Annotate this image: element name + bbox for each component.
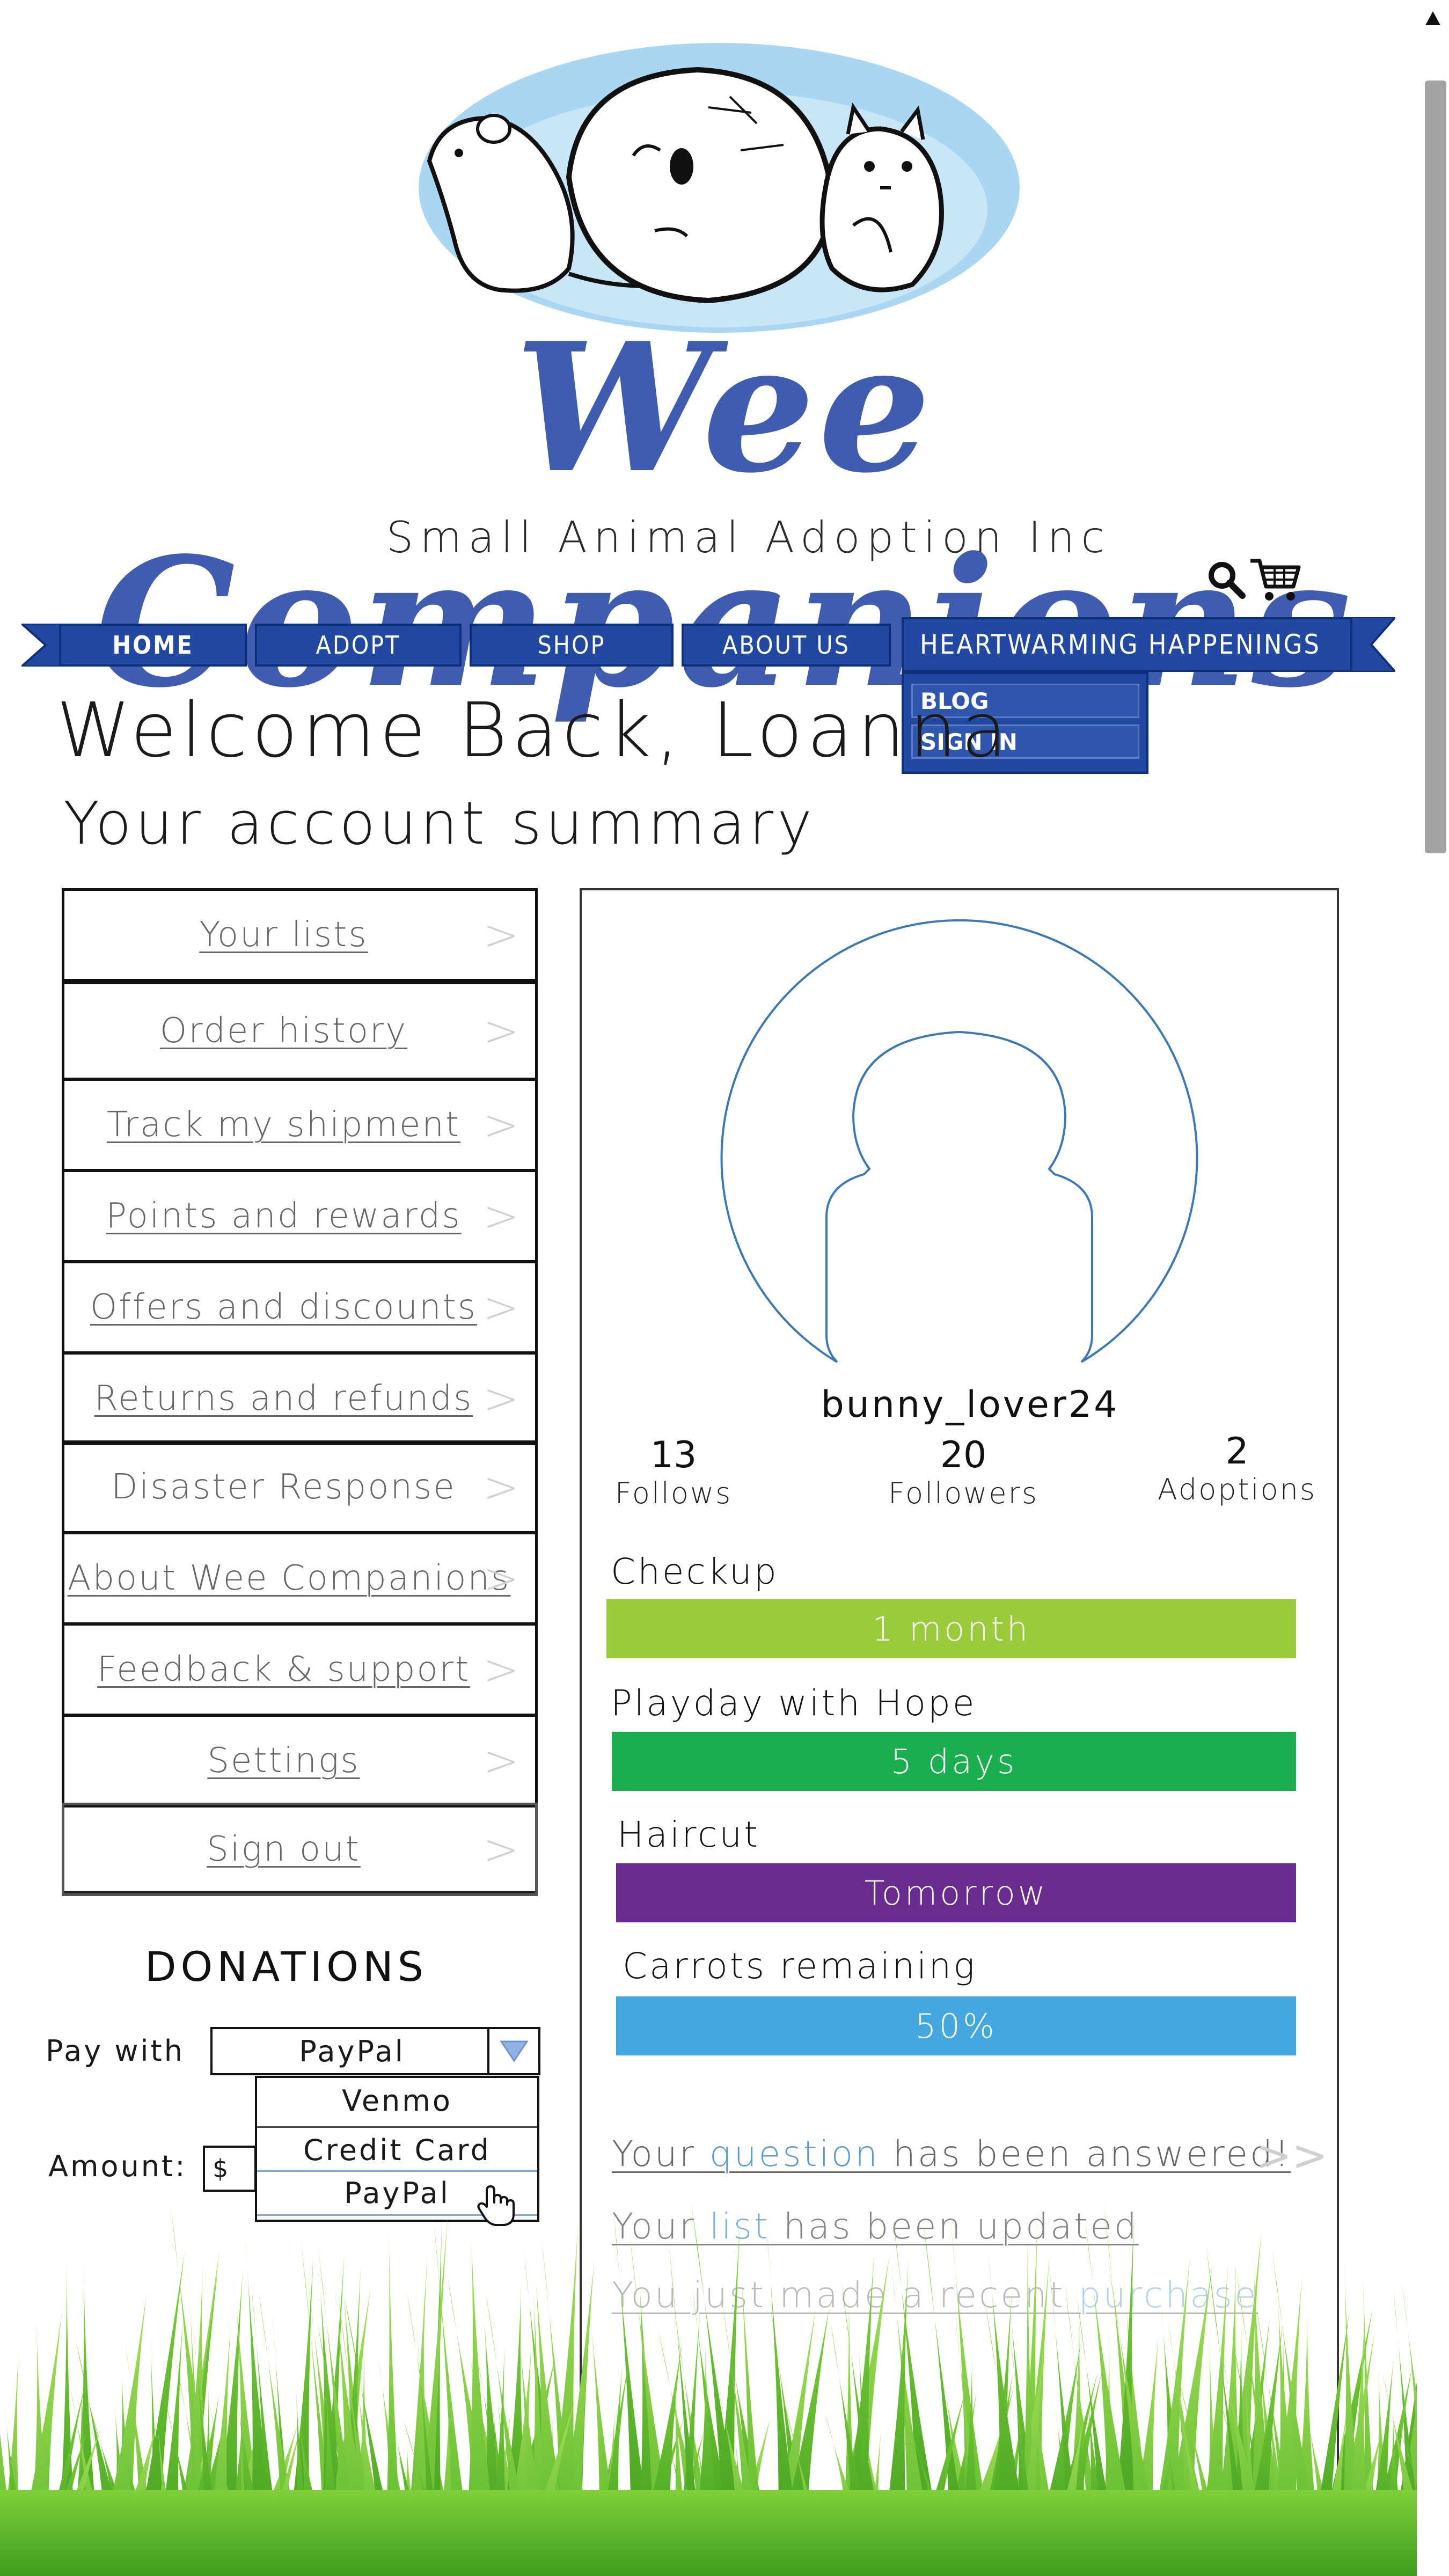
nav-about-us[interactable]: ABOUT US xyxy=(682,624,891,667)
chevron-right-icon: > xyxy=(482,1644,519,1695)
grass-decoration xyxy=(0,2202,1449,2576)
stat-follows-value: 13 xyxy=(650,1434,697,1476)
scroll-up-arrow-icon[interactable] xyxy=(1422,8,1444,30)
amount-input[interactable]: $ xyxy=(203,2146,257,2192)
menu-item-label: Points and rewards xyxy=(106,1196,462,1236)
checkup-bar: 1 month xyxy=(606,1599,1296,1658)
carrots-label: Carrots remaining xyxy=(623,1945,977,1987)
chevron-right-icon: > xyxy=(482,1736,519,1786)
account-summary-title: Your account summary xyxy=(63,789,816,858)
menu-item-disaster-response[interactable]: Disaster Response > xyxy=(62,1440,538,1534)
search-icon[interactable] xyxy=(1205,558,1248,601)
chevron-right-icon: > xyxy=(482,1824,519,1875)
scrollbar-thumb[interactable] xyxy=(1425,80,1446,853)
dropdown-arrow-icon[interactable] xyxy=(487,2029,538,2073)
menu-item-label: Track my shipment xyxy=(106,1105,461,1145)
chevron-right-icon: > xyxy=(482,1006,519,1056)
welcome-title: Welcome Back, Loanna xyxy=(56,687,1012,774)
amount-label: Amount: xyxy=(48,2149,187,2183)
menu-item-label: Disaster Response xyxy=(111,1467,456,1507)
username: bunny_lover24 xyxy=(821,1384,1119,1426)
menu-item-label: About Wee Companions xyxy=(67,1558,511,1598)
playday-bar: 5 days xyxy=(612,1732,1296,1791)
menu-item-feedback-support[interactable]: Feedback & support > xyxy=(62,1623,538,1716)
menu-item-label: Order history xyxy=(159,1011,408,1051)
nav-shop[interactable]: SHOP xyxy=(470,624,674,667)
double-chevron-right-icon[interactable]: >> xyxy=(1256,2131,1328,2180)
haircut-bar: Tomorrow xyxy=(616,1863,1296,1922)
account-menu: Your lists > Order history > Track my sh… xyxy=(62,888,538,1896)
menu-item-about-wee-companions[interactable]: About Wee Companions > xyxy=(62,1532,538,1625)
menu-item-returns-refunds[interactable]: Returns and refunds > xyxy=(62,1352,538,1445)
menu-item-points-rewards[interactable]: Points and rewards > xyxy=(62,1169,538,1263)
cart-icon[interactable] xyxy=(1248,555,1301,604)
payment-option-venmo[interactable]: Venmo xyxy=(257,2078,537,2124)
nav-adopt[interactable]: ADOPT xyxy=(255,624,462,667)
chevron-right-icon: > xyxy=(482,1373,519,1424)
nav-heartwarming-happenings[interactable]: HEARTWARMING HAPPENINGS xyxy=(902,617,1352,672)
stat-adoptions-label: Adoptions xyxy=(1157,1473,1317,1506)
menu-item-label: Your lists xyxy=(199,915,368,955)
menu-item-label: Sign out xyxy=(207,1829,361,1869)
notification-text: has been answered! xyxy=(880,2133,1291,2175)
chevron-right-icon: > xyxy=(482,1462,519,1512)
payment-method-selected: PayPal xyxy=(299,2034,405,2068)
menu-item-your-lists[interactable]: Your lists > xyxy=(62,888,538,982)
avatar-placeholder-icon[interactable] xyxy=(719,917,1199,1373)
menu-item-label: Settings xyxy=(207,1741,360,1781)
playday-label: Playday with Hope xyxy=(611,1682,977,1724)
menu-item-label: Feedback & support xyxy=(97,1650,471,1689)
logo-illustration xyxy=(419,43,1020,333)
stat-adoptions-value: 2 xyxy=(1225,1430,1249,1473)
stat-adoptions[interactable]: 2 Adoptions xyxy=(1148,1430,1326,1506)
stat-follows-label: Follows xyxy=(614,1476,733,1510)
triangle-down-icon xyxy=(499,2040,529,2062)
stat-followers-value: 20 xyxy=(940,1434,987,1476)
pay-with-label: Pay with xyxy=(46,2034,185,2068)
menu-item-label: Returns and refunds xyxy=(94,1379,473,1418)
menu-item-order-history[interactable]: Order history > xyxy=(62,982,538,1080)
payment-option-credit-card[interactable]: Credit Card xyxy=(257,2126,537,2172)
menu-item-settings[interactable]: Settings > xyxy=(62,1714,538,1807)
stat-followers-label: Followers xyxy=(888,1476,1038,1510)
stat-followers[interactable]: 20 Followers xyxy=(880,1434,1046,1510)
chevron-right-icon: > xyxy=(482,1100,519,1150)
chevron-right-icon: > xyxy=(482,1553,519,1604)
donations-title: DONATIONS xyxy=(145,1943,428,1990)
notification-question-answered[interactable]: Your question has been answered! xyxy=(612,2133,1291,2175)
chevron-right-icon: > xyxy=(482,1191,519,1241)
menu-item-offers-discounts[interactable]: Offers and discounts > xyxy=(62,1261,538,1354)
notification-text: Your xyxy=(612,2133,709,2175)
stat-follows[interactable]: 13 Follows xyxy=(601,1434,746,1510)
currency-symbol: $ xyxy=(213,2154,229,2183)
chevron-right-icon: > xyxy=(482,910,519,960)
chevron-right-icon: > xyxy=(482,1282,519,1333)
brand-tagline: Small Animal Adoption Inc xyxy=(386,513,1111,562)
nav-home[interactable]: HOME xyxy=(59,624,247,667)
checkup-label: Checkup xyxy=(611,1551,779,1592)
menu-item-label: Offers and discounts xyxy=(90,1287,478,1327)
payment-method-select[interactable]: PayPal xyxy=(210,2027,540,2075)
carrots-progress-text: 50% xyxy=(915,2006,997,2046)
haircut-label: Haircut xyxy=(617,1814,760,1855)
menu-item-sign-out[interactable]: Sign out > xyxy=(62,1803,538,1896)
menu-item-track-shipment[interactable]: Track my shipment > xyxy=(62,1078,538,1172)
notification-link[interactable]: question xyxy=(709,2133,880,2175)
